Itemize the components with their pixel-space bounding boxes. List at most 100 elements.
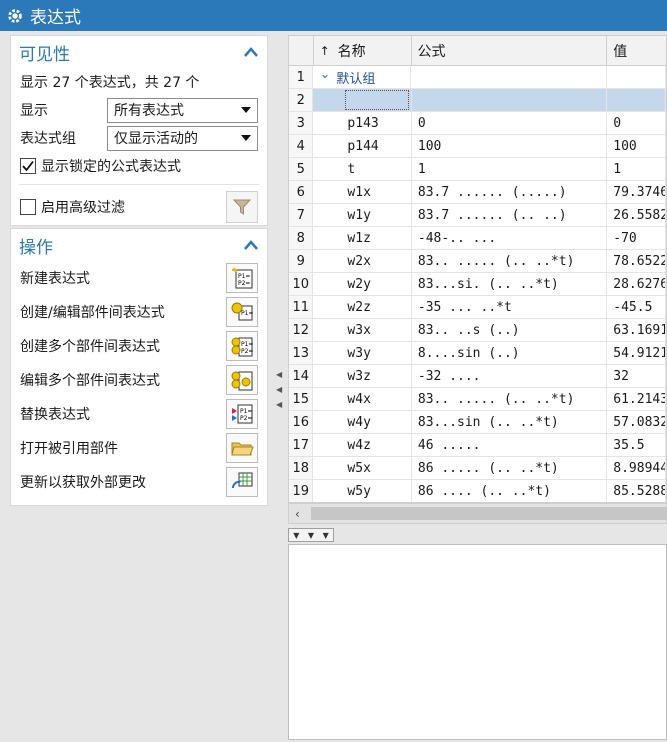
expression-formula[interactable]: 86 ..... (.. ..*t) [412,457,608,479]
table-row[interactable]: 3 p143 0 0 [289,112,666,135]
table-row[interactable]: 9 w2x 83.. ..... (.. ..*t) 78.6522 [289,250,666,273]
expression-name[interactable]: ⌄ 默认组 [313,66,412,88]
filter-button[interactable] [226,191,258,223]
visibility-header[interactable]: 可见性 [11,36,267,68]
table-row[interactable]: 19 w5y 86 .... (.. ..*t) 85.5288 [289,480,666,502]
multi-interpart-create-button[interactable]: P1= P2= [226,331,258,361]
collapse-left-icon[interactable]: ◀ [276,400,282,409]
table-row[interactable]: 15 w4x 83.. ..... (.. ..*t) 61.2143 [289,388,666,411]
locked-formula-row[interactable]: 显示锁定的公式表达式 [11,152,267,180]
expression-name[interactable]: w3y [313,342,412,364]
replace-expression-button[interactable]: P1= P2= [226,399,258,429]
table-row[interactable]: 17 w4z 46 ..... 35.5 [289,434,666,457]
collapse-left-icon[interactable]: ◀ [276,370,282,379]
formula-column-header[interactable]: 公式 [412,36,608,65]
expression-value[interactable]: -45.5 [607,296,666,318]
table-row[interactable]: 11 w2z -35 ... ..*t -45.5 [289,296,666,319]
op-open-referenced-part[interactable]: 打开被引用部件 [11,431,267,465]
expression-formula[interactable]: -32 .... [412,365,608,387]
expression-name[interactable]: w2z [313,296,412,318]
expression-value[interactable]: 61.2143 [607,388,666,410]
expression-value[interactable] [607,89,666,111]
expression-name[interactable]: p144 [313,135,412,157]
new-name-input[interactable] [345,90,410,110]
expression-name[interactable]: w2x [313,250,412,272]
table-row[interactable]: 2 [289,89,666,112]
expression-formula[interactable]: 8....sin (..) [412,342,608,364]
expression-formula[interactable]: -48-.. ... [412,227,608,249]
expression-name[interactable]: w4y [313,411,412,433]
panel-splitter[interactable]: ◀ ◀ ◀ [273,35,285,740]
table-row[interactable]: 8 w1z -48-.. ... -70 [289,227,666,250]
expression-value[interactable]: 63.1691 [607,319,666,341]
scroll-left-icon[interactable]: ‹ [295,507,300,521]
expression-name[interactable]: p143 [313,112,412,134]
expression-formula[interactable]: 83.. ..s (..) [412,319,608,341]
expression-formula[interactable]: 100 [412,135,608,157]
expression-name[interactable]: w1x [313,181,412,203]
formula-pane-toggle[interactable]: ▼ ▼ ▼ [288,528,334,542]
expression-value[interactable]: 57.0832 [607,411,666,433]
group-dropdown[interactable]: 仅显示活动的 [107,125,258,151]
scrollbar-thumb[interactable] [311,507,667,520]
new-expression-button[interactable]: P1= P2= [226,263,258,293]
expression-formula[interactable]: 0 [412,112,608,134]
collapse-icon[interactable] [243,239,259,251]
expression-formula[interactable]: 1 [412,158,608,180]
expression-value[interactable]: 0 [607,112,666,134]
expression-formula[interactable]: 83.. ..... (.. ..*t) [412,388,608,410]
collapse-left-icon[interactable]: ◀ [276,385,282,394]
expression-formula[interactable]: 83.7 ...... (.. ..) [412,204,608,226]
operations-header[interactable]: 操作 [11,229,267,261]
table-row[interactable]: 6 w1x 83.7 ...... (.....) 79.3746 [289,181,666,204]
expression-name[interactable]: w2y [313,273,412,295]
expression-value[interactable]: 79.3746 [607,181,666,203]
expression-name[interactable]: w1z [313,227,412,249]
op-new-expression[interactable]: 新建表达式 P1= P2= [11,261,267,295]
horizontal-scrollbar[interactable]: ‹ [288,503,667,524]
update-external-button[interactable] [226,467,258,497]
expression-name[interactable]: w4x [313,388,412,410]
op-interpart-expression[interactable]: 创建/编辑部件间表达式 P1= [11,295,267,329]
expression-formula[interactable] [411,89,608,111]
table-row[interactable]: 16 w4y 83...sin (.. ..*t) 57.0832 [289,411,666,434]
advanced-filter-checkbox[interactable] [20,199,36,215]
expression-name[interactable]: w3x [313,319,412,341]
table-row[interactable]: 10 w2y 83...si. (.. ..*t) 28.6276 [289,273,666,296]
table-row[interactable]: 12 w3x 83.. ..s (..) 63.1691 [289,319,666,342]
expression-value[interactable]: 26.5582 [607,204,666,226]
table-row[interactable]: 7 w1y 83.7 ...... (.. ..) 26.5582 [289,204,666,227]
table-row[interactable]: 18 w5x 86 ..... (.. ..*t) 8.98944 [289,457,666,480]
expression-formula[interactable]: 83.. ..... (.. ..*t) [412,250,608,272]
expression-name[interactable]: w5x [313,457,412,479]
op-multi-interpart-create[interactable]: 创建多个部件间表达式 P1= P2= [11,329,267,363]
expression-name[interactable]: w5y [313,480,412,502]
formula-editor[interactable] [288,544,667,740]
op-update-external[interactable]: 更新以获取外部更改 [11,465,267,499]
op-multi-interpart-edit[interactable]: 编辑多个部件间表达式 [11,363,267,397]
show-dropdown[interactable]: 所有表达式 [107,97,258,123]
expression-formula[interactable]: 83.7 ...... (.....) [412,181,608,203]
expression-value[interactable]: 28.6276 [607,273,666,295]
expression-value[interactable]: 8.98944 [607,457,666,479]
expression-value[interactable]: 85.5288 [607,480,666,502]
value-column-header[interactable]: 值 [607,36,666,65]
expression-formula[interactable]: 46 ..... [412,434,608,456]
expand-group-icon[interactable]: ⌄ [319,67,330,82]
expression-value[interactable]: 1 [607,158,666,180]
expression-value[interactable]: 100 [607,135,666,157]
expression-formula[interactable] [411,66,608,88]
locked-formula-checkbox[interactable] [20,158,36,174]
name-column-header[interactable]: ↑ 名称 [314,36,412,65]
op-replace-expression[interactable]: 替换表达式 P1= P2= [11,397,267,431]
expression-name[interactable]: w4z [313,434,412,456]
table-row[interactable]: 4 p144 100 100 [289,135,666,158]
expression-name[interactable]: w3z [313,365,412,387]
multi-interpart-edit-button[interactable] [226,365,258,395]
expression-name[interactable] [313,89,412,111]
table-row[interactable]: 14 w3z -32 .... 32 [289,365,666,388]
expression-name[interactable]: t [313,158,412,180]
expression-value[interactable]: -70 [607,227,666,249]
expression-formula[interactable]: 86 .... (.. ..*t) [412,480,608,502]
expression-formula[interactable]: 83...sin (.. ..*t) [412,411,608,433]
